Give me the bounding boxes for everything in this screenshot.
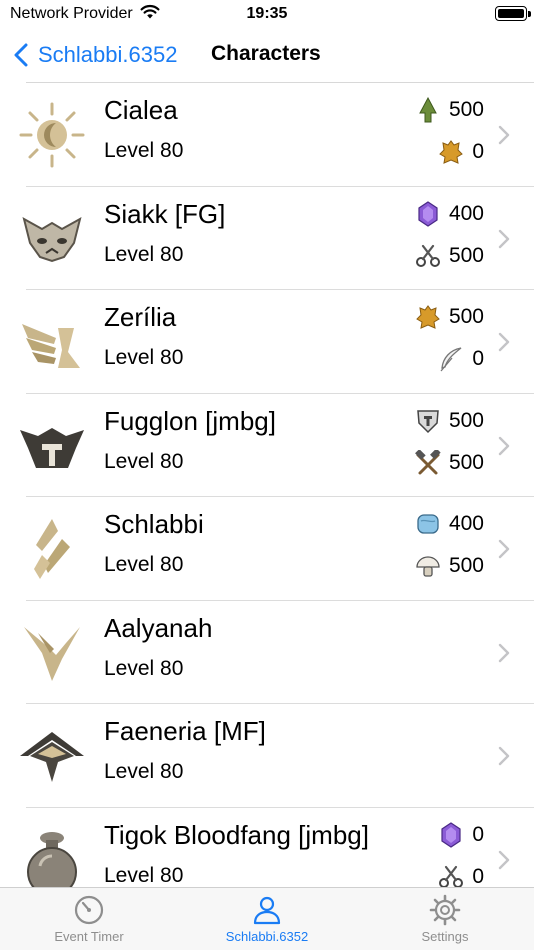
scissors-icon xyxy=(439,865,464,887)
back-button-label: Schlabbi.6352 xyxy=(38,42,178,67)
currency-value: 500 xyxy=(448,450,484,474)
character-level: Level 80 xyxy=(104,449,184,473)
navigation-bar: Schlabbi.6352 Characters xyxy=(0,30,534,82)
chevron-right-icon xyxy=(498,332,510,352)
currency-spirit-shard: 500 xyxy=(415,97,484,123)
currency-leather: 0 xyxy=(438,139,484,165)
currency-value: 0 xyxy=(472,864,484,888)
mushroom-icon xyxy=(416,556,440,577)
character-name: Schlabbi xyxy=(104,509,204,539)
currency-value: 0 xyxy=(472,347,484,370)
character-name: Faeneria [MF] xyxy=(104,716,266,746)
hat-emblem-icon xyxy=(20,732,84,782)
chevron-left-icon xyxy=(14,43,28,67)
currency-value: 400 xyxy=(448,201,484,225)
character-level: Level 80 xyxy=(104,760,184,783)
character-name: Fugglon [jmbg] xyxy=(104,405,276,436)
character-row-aalyanah[interactable]: Aalyanah Level 80 xyxy=(24,601,534,704)
battery-tip xyxy=(528,11,531,17)
feather-icon xyxy=(440,347,462,372)
page-title: Characters xyxy=(211,42,321,65)
currency-leather: 500 xyxy=(415,304,484,330)
cloth-icon xyxy=(417,514,439,534)
character-list[interactable]: Cialea Level 80 500 0 Siakk [FG] Level 8… xyxy=(0,83,534,887)
bomb-emblem-icon xyxy=(27,831,77,887)
tab-account[interactable]: Schlabbi.6352 xyxy=(187,894,347,944)
timer-icon xyxy=(74,895,104,925)
character-name: Tigok Bloodfang [jmbg] xyxy=(104,819,369,850)
character-name: Aalyanah xyxy=(104,612,213,643)
crossed-tools-icon xyxy=(415,449,441,474)
currency-feather: 0 xyxy=(438,346,484,372)
chevron-right-icon xyxy=(498,850,510,869)
shield-icon xyxy=(417,409,439,433)
currency-gem: 0 xyxy=(438,821,484,848)
tab-label: Settings xyxy=(421,929,469,944)
tab-label: Schlabbi.6352 xyxy=(225,929,309,944)
tab-label: Event Timer xyxy=(54,929,124,944)
gem-icon xyxy=(418,200,438,227)
character-row-faeneria[interactable]: Faeneria [MF] Level 80 xyxy=(20,704,534,808)
chevron-right-icon xyxy=(498,229,510,248)
character-level: Level 80 xyxy=(104,346,184,369)
mask-emblem-icon xyxy=(22,216,82,262)
leather-icon xyxy=(439,140,464,164)
shard-emblem-icon xyxy=(34,519,70,579)
currency-value: 500 xyxy=(448,305,484,328)
chevron-right-icon xyxy=(498,436,510,455)
chevron-right-icon xyxy=(498,125,510,145)
scissors-icon xyxy=(415,244,440,267)
currency-value: 0 xyxy=(472,140,484,163)
character-name: Zerília xyxy=(104,302,177,332)
chevron-right-icon xyxy=(498,746,510,766)
character-name: Siakk [FG] xyxy=(104,198,226,229)
sun-emblem-icon xyxy=(19,102,85,168)
character-row-tigok[interactable]: Tigok Bloodfang [jmbg] Level 80 0 0 xyxy=(26,808,534,888)
currency-shield: 500 xyxy=(415,408,484,434)
currency-value: 500 xyxy=(448,98,484,121)
back-button[interactable]: Schlabbi.6352 xyxy=(14,38,177,72)
character-row-schlabbi[interactable]: Schlabbi Level 80 400 500 xyxy=(26,497,534,601)
wing-emblem-icon xyxy=(22,324,80,368)
person-icon xyxy=(253,896,281,925)
currency-scissors: 0 xyxy=(438,864,484,888)
currency-scissors: 500 xyxy=(415,243,484,269)
battery-icon xyxy=(495,6,527,21)
character-row-fugglon[interactable]: Fugglon [jmbg] Level 80 500 500 xyxy=(20,394,534,497)
tab-event-timer[interactable]: Event Timer xyxy=(9,894,169,944)
character-level: Level 80 xyxy=(104,242,184,266)
currency-mushroom: 500 xyxy=(415,553,484,579)
character-level: Level 80 xyxy=(104,863,184,887)
character-row-zerilia[interactable]: Zerília Level 80 500 0 xyxy=(22,290,534,394)
chevron-right-icon xyxy=(498,643,510,662)
status-bar: Network Provider 19:35 xyxy=(0,0,534,30)
character-row-cialea[interactable]: Cialea Level 80 500 0 xyxy=(19,83,534,187)
character-level: Level 80 xyxy=(104,139,184,162)
tab-bar: Event Timer Schlabbi.6352 Settings xyxy=(0,887,534,950)
currency-value: 500 xyxy=(448,243,484,267)
currency-value: 500 xyxy=(448,408,484,432)
gear-icon xyxy=(429,894,461,926)
currency-value: 0 xyxy=(472,822,484,846)
currency-crossed-tools: 500 xyxy=(415,449,484,476)
tab-settings[interactable]: Settings xyxy=(365,894,525,944)
clock-label: 19:35 xyxy=(246,5,288,22)
character-level: Level 80 xyxy=(104,553,184,576)
currency-value: 400 xyxy=(448,512,484,535)
gem-icon xyxy=(441,821,461,848)
spirit-shard-icon xyxy=(419,97,437,123)
helmet-emblem-icon xyxy=(20,427,84,468)
currency-gem: 400 xyxy=(415,200,484,227)
character-row-siakk[interactable]: Siakk [FG] Level 80 400 500 xyxy=(22,187,534,290)
chevron-right-icon xyxy=(498,539,510,559)
claw-emblem-icon xyxy=(24,626,80,681)
character-level: Level 80 xyxy=(104,656,184,680)
leather-icon xyxy=(416,305,440,329)
currency-value: 500 xyxy=(448,554,484,577)
currency-cloth: 400 xyxy=(415,511,484,537)
character-name: Cialea xyxy=(104,95,178,125)
